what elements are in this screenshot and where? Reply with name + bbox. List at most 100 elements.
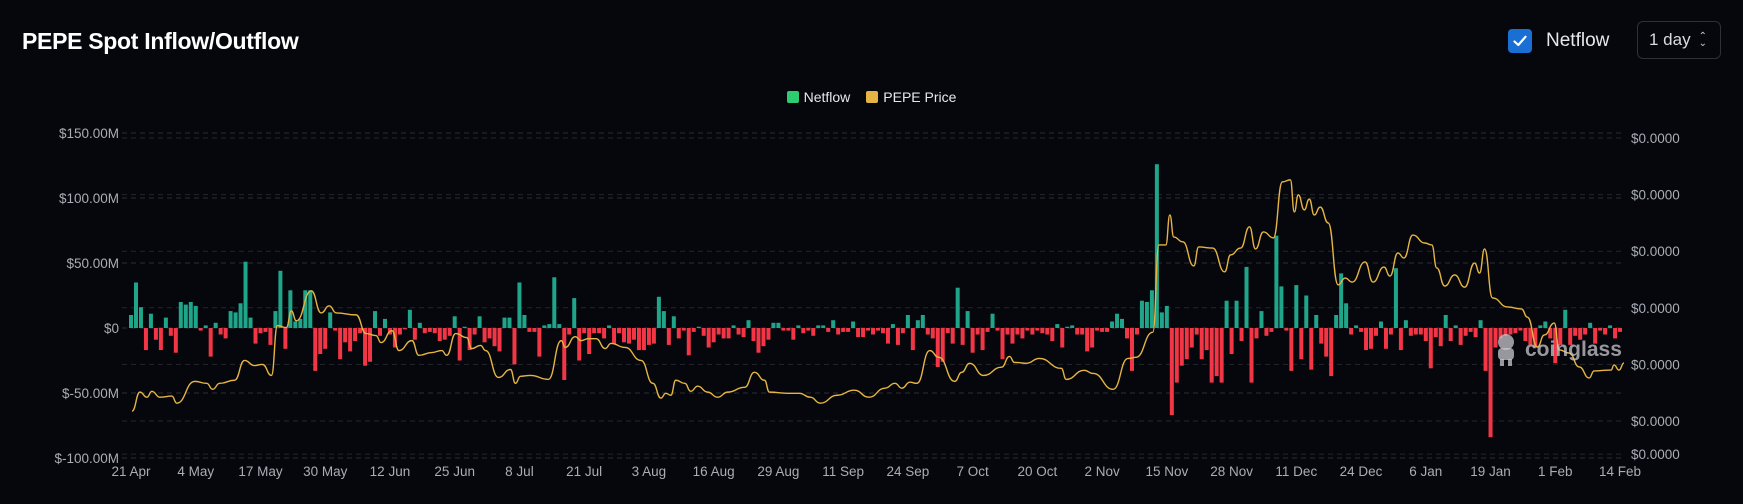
netflow-bar-outflow [861, 328, 866, 338]
netflow-bar-outflow [756, 328, 761, 353]
x-axis: 21 Apr 4 May 17 May 30 May 12 Jun 25 Jun 8 Jul… [111, 464, 1641, 479]
netflow-bar-outflow [1568, 328, 1573, 345]
netflow-bar-outflow [736, 328, 741, 335]
x-axis-tick-label: 7 Oct [956, 464, 989, 479]
netflow-bar-outflow [751, 328, 756, 341]
netflow-bar-outflow [1438, 328, 1443, 347]
netflow-bar-outflow [318, 328, 323, 354]
netflow-bar-inflow [138, 307, 143, 328]
netflow-bar-outflow [1229, 328, 1234, 354]
netflow-bar-outflow [1010, 328, 1015, 344]
netflow-bar-outflow [1249, 328, 1254, 383]
netflow-bar-inflow [831, 320, 836, 328]
netflow-bar-outflow [711, 328, 716, 343]
netflow-bar-outflow [1618, 328, 1623, 332]
netflow-bar-outflow [925, 328, 930, 335]
right-axis-tick-label: $0.0000 [1631, 131, 1680, 146]
x-axis-tick-label: 2 Nov [1084, 464, 1120, 479]
netflow-bar-outflow [1383, 328, 1388, 349]
netflow-bar-outflow [960, 328, 965, 345]
netflow-bar-outflow [636, 328, 641, 351]
netflow-bar-outflow [268, 328, 273, 345]
right-axis: $0.0000 $0.0000 $0.0000 $0.0000 $0.0000 $0.00… [1631, 131, 1680, 462]
right-axis-tick-label: $0.0000 [1631, 244, 1680, 259]
netflow-bar-inflow [816, 325, 821, 328]
netflow-bar-outflow [985, 328, 990, 332]
netflow-bar-outflow [323, 328, 328, 349]
netflow-bar-outflow [1060, 328, 1065, 348]
netflow-bar-outflow [876, 328, 880, 331]
netflow-bar-outflow [437, 328, 442, 341]
netflow-bar-outflow [1264, 328, 1269, 336]
netflow-bar-outflow [646, 328, 651, 345]
left-axis-tick-label: $-100.00M [54, 451, 119, 466]
x-axis-tick-label: 8 Jul [505, 464, 534, 479]
netflow-bar-inflow [656, 296, 661, 328]
netflow-bar-outflow [1374, 328, 1378, 336]
netflow-bar-outflow [442, 328, 447, 340]
x-axis-tick-label: 6 Jan [1409, 464, 1442, 479]
netflow-bar-outflow [651, 328, 656, 344]
netflow-bar-outflow [1473, 328, 1478, 338]
netflow-bar-inflow [547, 324, 552, 328]
netflow-bar-outflow [1030, 328, 1035, 335]
netflow-bar-inflow [731, 325, 736, 328]
netflow-bar-inflow [1393, 268, 1398, 328]
netflow-bar-outflow [980, 328, 985, 351]
netflow-bar-outflow [1513, 328, 1518, 334]
netflow-bar-inflow [1294, 285, 1299, 328]
netflow-bars [129, 164, 1623, 438]
netflow-bar-outflow [995, 328, 1000, 331]
netflow-bar-outflow [766, 328, 771, 340]
netflow-bar-outflow [1219, 328, 1224, 383]
netflow-bar-outflow [1239, 328, 1244, 341]
netflow-bar-outflow [841, 328, 846, 332]
netflow-bar-outflow [627, 328, 631, 344]
netflow-bar-outflow [1080, 328, 1085, 335]
netflow-bar-outflow [1433, 328, 1438, 338]
netflow-bar-inflow [542, 325, 547, 328]
netflow-bar-inflow [661, 311, 666, 328]
netflow-bar-inflow [373, 311, 378, 328]
netflow-bar-outflow [801, 328, 806, 334]
netflow-bar-outflow [686, 328, 691, 356]
netflow-bar-outflow [721, 328, 726, 339]
netflow-bar-outflow [1309, 328, 1314, 370]
netflow-bar-outflow [880, 328, 885, 334]
netflow-bar-inflow [1443, 315, 1448, 328]
netflow-bar-outflow [537, 328, 542, 357]
netflow-bar-outflow [482, 328, 487, 343]
x-axis-tick-label: 25 Jun [434, 464, 475, 479]
netflow-bar-outflow [617, 328, 622, 334]
netflow-bar-outflow [1613, 328, 1618, 339]
netflow-bar-outflow [412, 328, 417, 340]
netflow-bar-inflow [248, 317, 253, 328]
netflow-bar-outflow [592, 328, 597, 334]
netflow-bar-outflow [348, 328, 353, 352]
netflow-bar-outflow [871, 328, 876, 335]
x-axis-tick-label: 11 Dec [1275, 464, 1317, 479]
netflow-bar-inflow [178, 302, 183, 328]
netflow-bar-outflow [527, 328, 532, 332]
x-axis-tick-label: 12 Jun [370, 464, 411, 479]
netflow-bar-inflow [771, 322, 776, 328]
netflow-bar-outflow [970, 328, 975, 353]
netflow-bar-outflow [1329, 328, 1334, 377]
netflow-bar-outflow [1184, 328, 1189, 360]
netflow-bar-outflow [1458, 328, 1463, 345]
netflow-bar-inflow [507, 317, 512, 328]
netflow-bar-outflow [1413, 328, 1418, 335]
netflow-bar-outflow [258, 328, 263, 334]
netflow-bar-outflow [791, 328, 796, 340]
netflow-bar-outflow [1174, 328, 1179, 383]
left-axis-tick-label: $0 [104, 321, 119, 336]
netflow-bar-inflow [990, 313, 995, 328]
netflow-bar-inflow [1344, 303, 1349, 328]
netflow-bar-inflow [213, 322, 218, 328]
netflow-bar-inflow [1139, 300, 1144, 328]
netflow-bar-outflow [1463, 328, 1468, 336]
netflow-bar-outflow [781, 328, 786, 331]
netflow-bar-outflow [283, 328, 288, 349]
netflow-bar-inflow [890, 324, 895, 328]
left-axis-tick-label: $-50.00M [62, 386, 119, 401]
